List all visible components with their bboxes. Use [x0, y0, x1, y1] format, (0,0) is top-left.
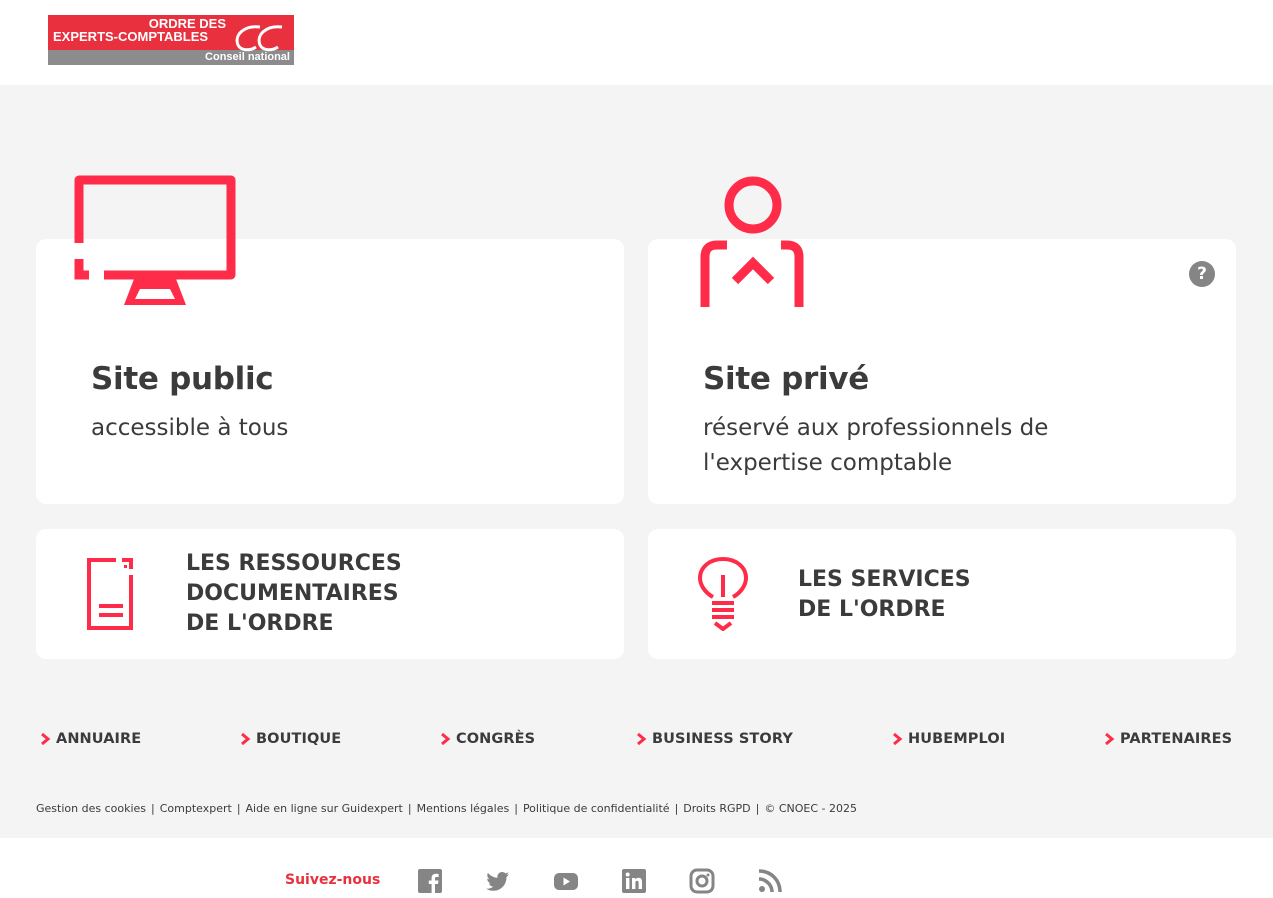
- legal-separator: |: [407, 802, 412, 815]
- ressources-line-2: DOCUMENTAIRES: [186, 581, 399, 606]
- nav-business-story[interactable]: BUSINESS STORY: [635, 731, 793, 747]
- ressources-title: LES RESSOURCES DOCUMENTAIRES DE L'ORDRE: [186, 549, 402, 639]
- ressources-documentaires-card[interactable]: LES RESSOURCES DOCUMENTAIRES DE L'ORDRE: [36, 529, 624, 659]
- legal-separator: |: [151, 802, 155, 815]
- document-icon: [87, 558, 133, 630]
- logo-line-2: EXPERTS-COMPTABLES: [53, 29, 209, 44]
- nav-business-story-label: BUSINESS STORY: [652, 731, 793, 747]
- site-prive-subtitle: réservé aux professionnels de l'expertis…: [703, 415, 1049, 476]
- legal-separator: |: [514, 802, 518, 815]
- chevron-right-icon: [1105, 732, 1115, 746]
- help-icon[interactable]: ?: [1189, 261, 1215, 287]
- follow-label: Suivez-nous: [285, 872, 381, 888]
- twitter-icon[interactable]: [485, 868, 511, 894]
- logo-cc-mark-icon: [235, 25, 283, 52]
- chevron-right-icon: [893, 732, 903, 746]
- legal-separator: |: [755, 802, 760, 815]
- legal-link-rgpd[interactable]: Droits RGPD: [683, 802, 750, 815]
- nav-congres[interactable]: CONGRÈS: [439, 731, 535, 747]
- chevron-right-icon: [441, 732, 451, 746]
- legal-links: Gestion des cookies | Comptexpert | Aide…: [36, 802, 857, 815]
- services-ordre-card[interactable]: LES SERVICES DE L'ORDRE: [648, 529, 1236, 659]
- lightbulb-icon: [698, 557, 748, 631]
- social-footer: Suivez-nous: [0, 838, 1273, 898]
- nav-annuaire-label: ANNUAIRE: [56, 731, 142, 747]
- site-prive-title: Site privé: [703, 361, 869, 397]
- ressources-line-1: LES RESSOURCES: [186, 551, 402, 576]
- site-header: ORDRE DES EXPERTS-COMPTABLES Conseil nat…: [0, 0, 1273, 85]
- nav-boutique[interactable]: BOUTIQUE: [239, 731, 341, 747]
- instagram-icon[interactable]: [689, 868, 715, 894]
- legal-link-guidexpert[interactable]: Aide en ligne sur Guidexpert: [246, 802, 403, 815]
- services-line-2: DE L'ORDRE: [798, 597, 946, 622]
- chevron-right-icon: [41, 732, 51, 746]
- nav-partenaires[interactable]: PARTENAIRES: [1103, 731, 1232, 747]
- footer-nav: ANNUAIRE BOUTIQUE CONGRÈS BUSINESS STORY…: [0, 731, 1273, 755]
- site-public-subtitle: accessible à tous: [91, 415, 289, 441]
- nav-annuaire[interactable]: ANNUAIRE: [39, 731, 141, 747]
- services-line-1: LES SERVICES: [798, 567, 971, 592]
- services-title: LES SERVICES DE L'ORDRE: [798, 565, 971, 625]
- legal-separator: |: [674, 802, 679, 815]
- person-icon: [700, 176, 804, 307]
- facebook-icon[interactable]: [417, 868, 443, 894]
- ordre-logo[interactable]: ORDRE DES EXPERTS-COMPTABLES Conseil nat…: [48, 15, 294, 65]
- rss-icon[interactable]: [757, 868, 783, 894]
- nav-hubemploi[interactable]: HUBEMPLOI: [891, 731, 1005, 747]
- youtube-icon[interactable]: [553, 868, 579, 894]
- nav-congres-label: CONGRÈS: [456, 731, 536, 747]
- legal-link-mentions[interactable]: Mentions légales: [417, 802, 510, 815]
- legal-link-comptexpert[interactable]: Comptexpert: [160, 802, 232, 815]
- linkedin-icon[interactable]: [621, 868, 647, 894]
- main-content: Site public accessible à tous Site privé…: [0, 85, 1273, 838]
- legal-separator: |: [236, 802, 241, 815]
- nav-hubemploi-label: HUBEMPLOI: [908, 731, 1006, 747]
- ressources-line-3: DE L'ORDRE: [186, 611, 334, 636]
- site-public-title: Site public: [91, 361, 274, 397]
- nav-partenaires-label: PARTENAIRES: [1120, 731, 1233, 747]
- chevron-right-icon: [241, 732, 251, 746]
- chevron-right-icon: [637, 732, 647, 746]
- monitor-icon: [74, 175, 236, 305]
- legal-link-confidentialite[interactable]: Politique de confidentialité: [523, 802, 670, 815]
- copyright: © CNOEC - 2025: [764, 802, 858, 815]
- legal-link-cookies[interactable]: Gestion des cookies: [36, 802, 146, 815]
- nav-boutique-label: BOUTIQUE: [256, 731, 342, 747]
